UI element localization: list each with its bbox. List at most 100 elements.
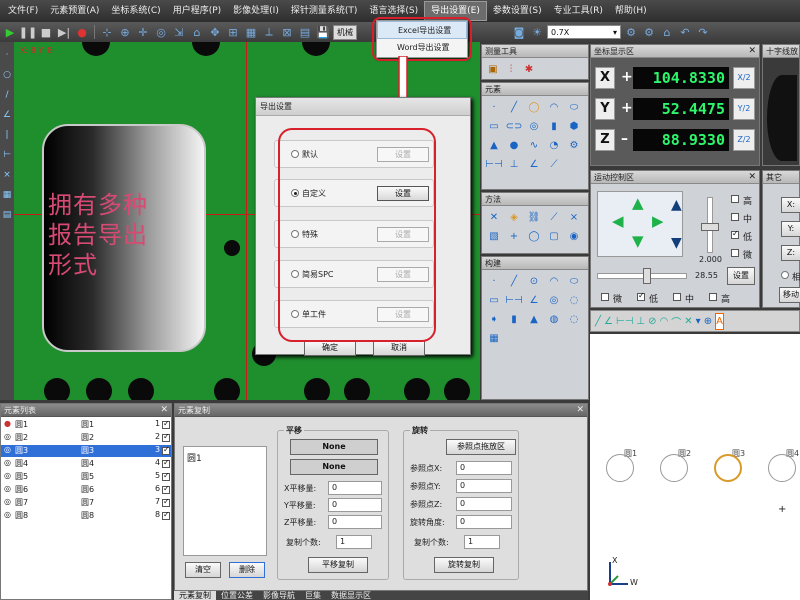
visibility-icon[interactable]: ◎ (4, 484, 11, 493)
line-tool-icon[interactable]: ╱ (595, 313, 601, 330)
close-icon[interactable]: ✕ (576, 404, 584, 417)
rotate-count-input[interactable]: 1 (464, 535, 500, 549)
arrow-left-icon[interactable]: ◀ (612, 212, 624, 230)
diagonal-icon[interactable]: ⟋ (545, 156, 563, 173)
angle-icon[interactable]: ∠ (525, 156, 543, 173)
ellipse-icon[interactable]: ⬭ (565, 99, 583, 116)
back-icon[interactable]: ↶ (677, 24, 693, 40)
camera-tool-icon[interactable]: ▣ (485, 61, 501, 78)
element-checkbox[interactable] (162, 510, 170, 520)
copy-source-list[interactable]: 圆1 (183, 446, 267, 556)
dist-tool-icon[interactable]: ⊢ (1, 150, 13, 162)
arrow-up-icon[interactable]: ▲ (632, 194, 644, 212)
speed-slider-thumb[interactable] (701, 223, 719, 231)
circle-construct-icon[interactable]: ⊙ (525, 273, 543, 290)
menu-file[interactable]: 文件(F) (2, 0, 44, 22)
speed-high-checkbox[interactable] (731, 195, 739, 203)
clear-button[interactable]: 清空 (185, 562, 221, 578)
height-tool-icon[interactable]: ⊥ (636, 313, 645, 330)
x-input-label[interactable]: X: (781, 197, 800, 213)
ring-icon[interactable]: ◎ (525, 118, 543, 135)
home-icon[interactable]: ⌂ (189, 24, 205, 40)
speed-fine-checkbox[interactable] (731, 249, 739, 257)
element-checkbox[interactable] (162, 497, 170, 507)
laser-tool-icon[interactable]: ✱ (521, 61, 537, 78)
element-checkbox[interactable] (162, 432, 170, 442)
zoom-icon[interactable]: ⊕ (704, 313, 712, 330)
line-icon[interactable]: ╱ (505, 99, 523, 116)
width-construct-icon[interactable]: ⊢⊣ (505, 292, 523, 309)
visibility-icon[interactable]: ◎ (4, 497, 11, 506)
bottom-fine-checkbox[interactable] (601, 293, 609, 301)
blob-construct-icon[interactable]: ◌ (565, 311, 583, 328)
menu-help[interactable]: 帮助(H) (609, 0, 653, 22)
probe-tool-icon[interactable]: ⫶ (503, 61, 519, 78)
menu-element-preset[interactable]: 元素预置(A) (44, 0, 105, 22)
cancel-button[interactable]: 取消 (373, 340, 425, 356)
visibility-icon[interactable]: ◎ (4, 458, 11, 467)
half-button[interactable]: Y/2 (733, 98, 755, 120)
rect-construct-icon[interactable]: ▭ (485, 292, 503, 309)
axis-label[interactable]: X (595, 67, 615, 89)
element-checkbox[interactable] (162, 445, 170, 455)
zoom-in-icon[interactable]: ⊕ (117, 24, 133, 40)
element-checkbox[interactable] (162, 419, 170, 429)
forward-icon[interactable]: ↷ (695, 24, 711, 40)
arc-icon[interactable]: ◠ (545, 99, 563, 116)
ring-construct-icon[interactable]: ◎ (545, 292, 563, 309)
point-icon[interactable]: · (485, 99, 503, 116)
angle-input[interactable]: 0 (456, 515, 512, 529)
graphics-view[interactable]: 圆1 圆2 圆3 圆4 + X W (590, 334, 800, 600)
circle-tool-icon[interactable]: ○ (1, 70, 13, 82)
y-input-label[interactable]: Y: (781, 221, 800, 237)
relative-radio[interactable] (781, 271, 789, 279)
rotate-copy-button[interactable]: 旋转复制 (434, 557, 494, 573)
cone-icon[interactable]: ▲ (485, 137, 503, 154)
angle-tool-icon[interactable]: ∠ (1, 110, 13, 122)
machine-mode-label[interactable]: 机械 (333, 24, 357, 40)
circle-tool-icon[interactable]: ⊘ (648, 313, 656, 330)
list-item[interactable]: ◎ 圆7 圆7 7 (1, 497, 171, 509)
arrow-down-icon[interactable]: ▼ (632, 232, 644, 250)
ellipse-construct-icon[interactable]: ⬭ (565, 273, 583, 290)
list-item[interactable]: ◎ 圆8 圆8 8 (1, 510, 171, 522)
slot-icon[interactable]: ⊂⊃ (505, 118, 523, 135)
axis-icon[interactable]: ⟂ (261, 24, 277, 40)
arc-tool-icon[interactable]: ⌒ (671, 313, 681, 330)
menu-parameter-settings[interactable]: 参数设置(S) (487, 0, 548, 22)
z-input-label[interactable]: Z: (781, 245, 800, 261)
text-icon[interactable]: A (715, 312, 724, 330)
list-item[interactable]: ◎ 圆2 圆2 2 (1, 432, 171, 444)
bottom-high-checkbox[interactable] (709, 293, 717, 301)
ref-point-drop-area[interactable]: 参照点拖放区 (446, 439, 516, 455)
tab-element-copy[interactable]: 元素复制 (174, 591, 216, 600)
bottom-mid-checkbox[interactable] (673, 293, 681, 301)
cross-method-icon[interactable]: ✕ (485, 209, 503, 226)
chevron-icon[interactable]: ▾ (696, 313, 701, 330)
menu-pro-tools[interactable]: 专业工具(R) (548, 0, 609, 22)
grid-tool-icon[interactable]: ▦ (1, 190, 13, 202)
angle-construct-icon[interactable]: ∠ (525, 292, 543, 309)
visibility-icon[interactable]: ● (4, 419, 11, 428)
gear-icon[interactable]: ⚙ (565, 137, 583, 154)
zoom-tool-icon[interactable]: ⚙ (623, 24, 639, 40)
cross-tool-icon[interactable]: ✕ (684, 313, 692, 330)
dz-input[interactable]: 0 (328, 515, 382, 529)
close-icon[interactable]: ✕ (748, 45, 756, 58)
point-tool-icon[interactable]: · (1, 50, 13, 62)
circle-icon[interactable]: ◯ (525, 99, 543, 116)
angle-tool-icon[interactable]: ∠ (604, 313, 613, 330)
translate-count-input[interactable]: 1 (336, 535, 372, 549)
line-tool-icon[interactable]: / (1, 90, 13, 102)
visibility-icon[interactable]: ◎ (4, 471, 11, 480)
blob-icon[interactable]: ◔ (545, 137, 563, 154)
lock-icon[interactable]: ⊠ (279, 24, 295, 40)
list-item[interactable]: ◎ 圆6 圆6 6 (1, 484, 171, 496)
height-icon[interactable]: ⊥ (505, 156, 523, 173)
list-item[interactable]: ◎ 圆4 圆4 4 (1, 458, 171, 470)
zoom-select[interactable]: 0.7X ▾ (547, 25, 621, 39)
tab-position-tolerance[interactable]: 位置公差 (216, 591, 258, 600)
speed-mid-checkbox[interactable] (731, 213, 739, 221)
width-tool-icon[interactable]: ⊢⊣ (616, 313, 633, 330)
tab-data-display[interactable]: 数据显示区 (326, 591, 376, 600)
